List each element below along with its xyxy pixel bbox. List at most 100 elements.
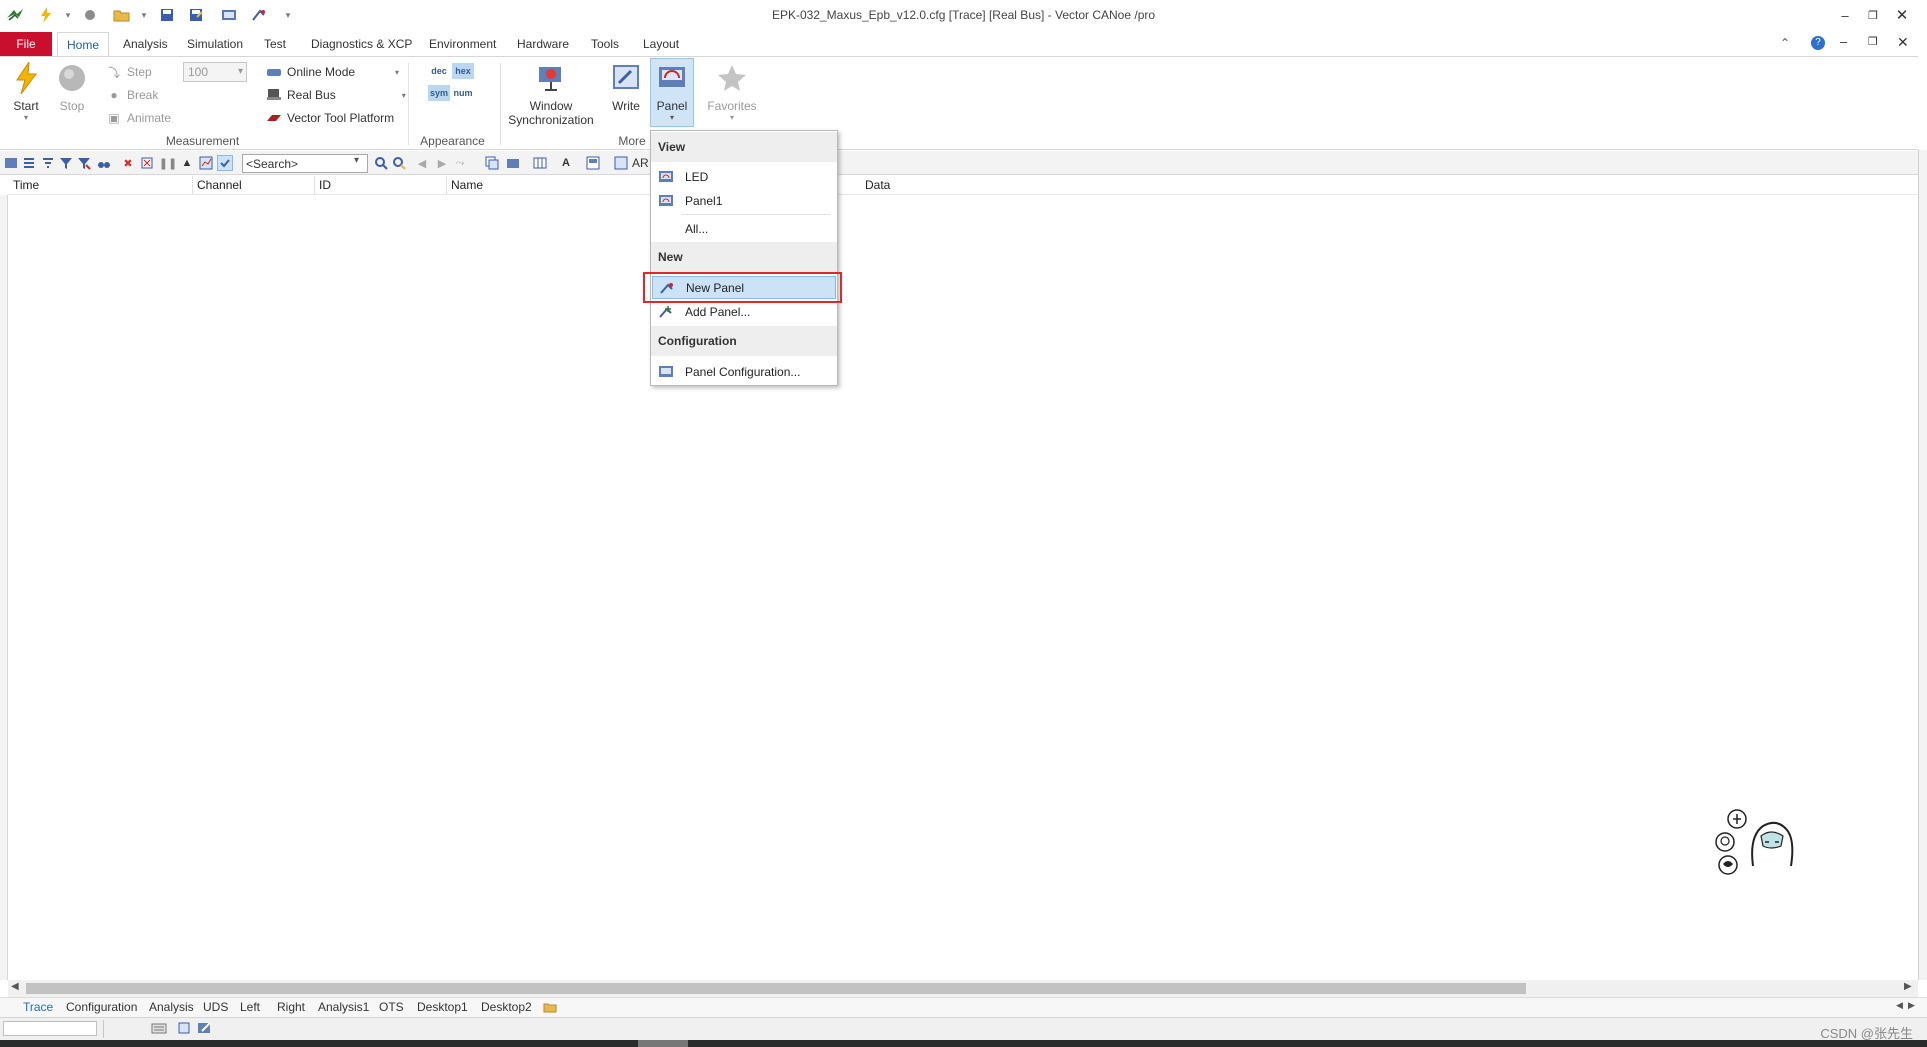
column-separator[interactable] — [314, 176, 315, 194]
window-sync-icon — [534, 61, 568, 95]
format-sym-button[interactable]: sym — [428, 85, 450, 101]
horizontal-scrollbar[interactable]: ◀ ▶ — [8, 980, 1918, 997]
online-mode-button[interactable]: Online Mode ▾ — [266, 62, 399, 82]
autoscroll-icon[interactable] — [217, 155, 233, 171]
start-button[interactable]: Start ▾ — [6, 61, 46, 122]
delete-filter-icon[interactable] — [139, 155, 155, 171]
desktop-tab-analysis1[interactable]: Analysis1 — [314, 1000, 373, 1014]
search-input[interactable] — [242, 154, 368, 173]
scroll-right-icon[interactable]: ▶ — [1904, 981, 1912, 992]
columns-icon[interactable] — [532, 155, 548, 171]
search-next-icon[interactable] — [373, 155, 389, 171]
break-button[interactable]: ● Break — [106, 85, 158, 105]
tab-home[interactable]: Home — [57, 32, 110, 57]
right-dock-strip[interactable] — [1918, 150, 1927, 980]
tab-scroll-left-icon[interactable]: ◀ — [1896, 1000, 1903, 1011]
column-separator[interactable] — [192, 176, 193, 194]
stop-button[interactable]: Stop — [52, 61, 92, 113]
close-icon[interactable]: ✕ — [1887, 4, 1917, 26]
window-synchronization-button[interactable]: Window Synchronization — [506, 61, 596, 127]
desktop-tab-analysis[interactable]: Analysis — [145, 1000, 198, 1014]
clear-trace-icon[interactable]: ✖ — [120, 155, 136, 171]
jump-icon[interactable]: ⤳ — [452, 155, 468, 171]
column-header-time[interactable]: Time — [13, 178, 39, 192]
search-prev-icon[interactable] — [391, 155, 407, 171]
binoculars-icon[interactable] — [96, 155, 112, 171]
doc-minimize-icon[interactable]: – — [1840, 34, 1847, 49]
column-header-name[interactable]: Name — [451, 178, 483, 192]
status-indicator-icon[interactable] — [178, 1022, 190, 1037]
real-bus-button[interactable]: Real Bus ▾ — [266, 85, 406, 105]
keyboard-icon[interactable] — [151, 1022, 167, 1037]
tab-environment[interactable]: Environment — [420, 32, 505, 56]
format-num-button[interactable]: num — [452, 85, 474, 101]
detail-view-icon[interactable] — [3, 155, 19, 171]
add-desktop-icon[interactable] — [543, 1001, 557, 1016]
filter-icon[interactable] — [58, 155, 74, 171]
filter-remove-icon[interactable] — [76, 155, 92, 171]
menu-item-panel-configuration[interactable]: Panel Configuration... — [652, 360, 836, 383]
write-button[interactable]: Write — [606, 61, 646, 113]
step-count-field[interactable]: 100 — [183, 62, 247, 82]
column-separator[interactable] — [446, 176, 447, 194]
menu-item-panel1[interactable]: Panel1 — [652, 189, 836, 212]
desktop-tab-trace[interactable]: Trace — [19, 1000, 57, 1014]
favorites-button[interactable]: Favorites ▾ — [704, 61, 760, 122]
desktop-tab-left[interactable]: Left — [236, 1000, 264, 1014]
export-icon[interactable] — [505, 155, 521, 171]
tab-file[interactable]: File — [0, 32, 52, 56]
collapse-ribbon-icon[interactable]: ⌃ — [1780, 36, 1790, 50]
copy-icon[interactable] — [484, 155, 500, 171]
menu-item-add-panel[interactable]: Add Panel... — [652, 300, 836, 323]
scrollbar-thumb[interactable] — [26, 983, 1526, 994]
help-icon[interactable]: ? — [1811, 36, 1825, 50]
ar-label[interactable]: AR — [632, 156, 649, 170]
format-dec-button[interactable]: dec — [428, 63, 450, 79]
minimize-icon[interactable]: – — [1830, 4, 1860, 26]
arrow-right-icon[interactable]: ▶ — [434, 155, 450, 171]
column-header-id[interactable]: ID — [319, 178, 331, 192]
chevron-down-icon: ▾ — [669, 113, 674, 122]
doc-close-icon[interactable]: ✕ — [1897, 34, 1909, 51]
chronological-icon[interactable] — [21, 155, 37, 171]
scroll-left-icon[interactable]: ◀ — [11, 981, 19, 992]
tab-hardware[interactable]: Hardware — [508, 32, 578, 56]
tab-scroll-right-icon[interactable]: ▶ — [1908, 1000, 1915, 1011]
font-size-icon[interactable]: A — [558, 155, 574, 171]
desktop-tab-ots[interactable]: OTS — [375, 1000, 408, 1014]
layout-icon[interactable] — [585, 155, 601, 171]
status-input-field[interactable] — [3, 1021, 97, 1036]
tab-tools[interactable]: Tools — [582, 32, 628, 56]
desktop-tab-uds[interactable]: UDS — [199, 1000, 232, 1014]
tab-layout[interactable]: Layout — [634, 32, 688, 56]
doc-restore-icon[interactable]: ❐ — [1868, 35, 1878, 48]
vector-tool-platform-button[interactable]: Vector Tool Platform — [266, 108, 394, 128]
format-hex-button[interactable]: hex — [452, 63, 474, 79]
menu-item-led[interactable]: LED — [652, 165, 836, 188]
animate-button[interactable]: ▣ Animate — [106, 108, 171, 128]
desktop-tab-desktop2[interactable]: Desktop2 — [477, 1000, 536, 1014]
chart-icon[interactable] — [198, 155, 214, 171]
desktop-tab-configuration[interactable]: Configuration — [62, 1000, 141, 1014]
pause-icon[interactable]: ❚❚ — [159, 155, 177, 171]
left-dock-strip[interactable] — [0, 195, 8, 980]
fixed-position-icon[interactable] — [40, 155, 56, 171]
arrow-left-icon[interactable]: ◀ — [414, 155, 430, 171]
sort-icon[interactable]: ▲ — [179, 155, 195, 171]
tab-simulation[interactable]: Simulation — [178, 32, 252, 56]
tab-diagnostics-xcp[interactable]: Diagnostics & XCP — [302, 32, 421, 56]
desktop-tab-right[interactable]: Right — [273, 1000, 309, 1014]
column-header-data[interactable]: Data — [865, 178, 890, 192]
config-grid-icon[interactable] — [613, 155, 629, 171]
step-button[interactable]: ⤵ Step — [106, 62, 152, 82]
restore-icon[interactable]: ❐ — [1858, 4, 1888, 26]
write-status-icon[interactable] — [197, 1021, 213, 1038]
menu-item-all[interactable]: All... — [652, 217, 836, 240]
desktop-tab-desktop1[interactable]: Desktop1 — [413, 1000, 472, 1014]
chevron-down-icon[interactable]: ▾ — [354, 155, 359, 166]
taskbar-edge — [0, 1040, 1927, 1047]
column-header-channel[interactable]: Channel — [197, 178, 242, 192]
tab-test[interactable]: Test — [255, 32, 295, 56]
tab-analysis[interactable]: Analysis — [114, 32, 177, 56]
panel-button[interactable]: Panel ▾ — [652, 61, 692, 122]
